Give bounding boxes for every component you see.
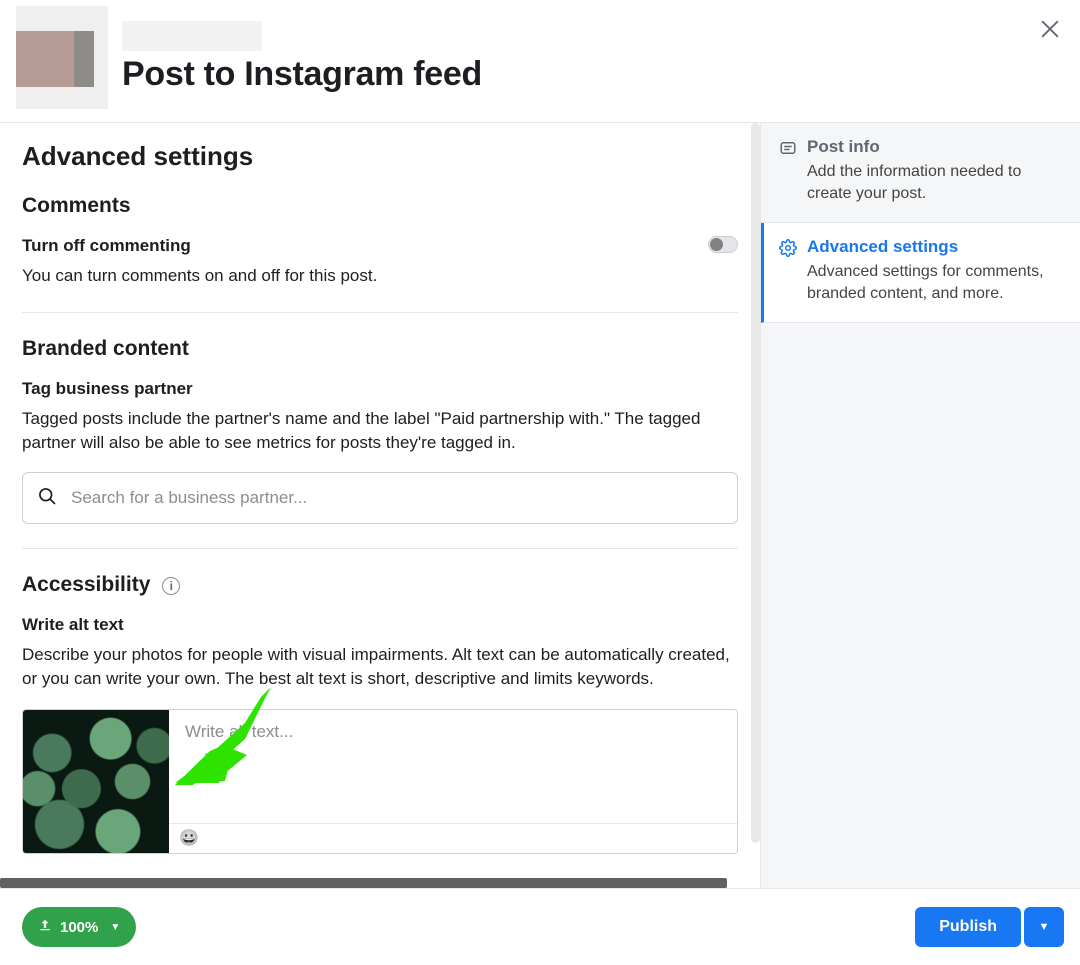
subheading-comments: Comments — [22, 194, 738, 218]
post-image-thumbnail[interactable] — [23, 710, 169, 853]
publish-button[interactable]: Publish — [915, 907, 1021, 947]
sidebar-item-label: Advanced settings — [807, 237, 1062, 257]
section-title-advanced-settings: Advanced settings — [22, 141, 738, 172]
toggle-desc-turn-off-commenting: You can turn comments on and off for thi… — [22, 264, 708, 288]
subheading-branded-content: Branded content — [22, 337, 738, 361]
upload-icon — [38, 918, 52, 936]
sidebar-item-desc: Add the information needed to create you… — [807, 161, 1062, 204]
close-button[interactable] — [1038, 18, 1062, 42]
sidebar-item-advanced-settings[interactable]: Advanced settings Advanced settings for … — [761, 223, 1080, 323]
divider — [22, 548, 738, 549]
label-write-alt-text: Write alt text — [22, 615, 738, 635]
main-panel: Advanced settings Comments Turn off comm… — [0, 123, 760, 888]
horizontal-scrollbar[interactable] — [0, 878, 727, 888]
toggle-label-turn-off-commenting: Turn off commenting — [22, 236, 708, 256]
divider — [22, 312, 738, 313]
alt-text-input[interactable] — [169, 710, 737, 823]
search-icon — [37, 486, 57, 511]
post-info-icon — [779, 139, 797, 157]
chevron-down-icon: ▼ — [110, 922, 120, 933]
sidebar-item-post-info[interactable]: Post info Add the information needed to … — [761, 123, 1080, 223]
upload-status-pill[interactable]: 100% ▼ — [22, 907, 136, 947]
search-business-partner[interactable] — [22, 472, 738, 524]
sidebar-item-label: Post info — [807, 137, 1062, 157]
toggle-turn-off-commenting[interactable] — [708, 236, 738, 253]
publish-options-button[interactable]: ▼ — [1024, 907, 1064, 947]
subheading-accessibility: Accessibility i — [22, 573, 738, 597]
sidebar: Post info Add the information needed to … — [760, 123, 1080, 888]
dialog-title: Post to Instagram feed — [122, 55, 482, 94]
gear-icon — [779, 239, 797, 257]
emoji-picker-icon[interactable]: 😀 — [179, 828, 199, 848]
account-name-redacted — [122, 21, 262, 51]
desc-tag-business-partner: Tagged posts include the partner's name … — [22, 407, 738, 455]
upload-percent: 100% — [60, 919, 98, 936]
vertical-scrollbar[interactable] — [751, 123, 760, 843]
sidebar-item-desc: Advanced settings for comments, branded … — [807, 261, 1062, 304]
label-tag-business-partner: Tag business partner — [22, 379, 738, 399]
account-thumbnail — [16, 6, 108, 109]
desc-write-alt-text: Describe your photos for people with vis… — [22, 643, 738, 691]
info-icon[interactable]: i — [162, 577, 180, 595]
dialog-header: Post to Instagram feed — [0, 0, 1080, 123]
subheading-accessibility-label: Accessibility — [22, 573, 150, 596]
alt-text-composer: 😀 — [22, 709, 738, 854]
footer: 100% ▼ Publish ▼ — [0, 888, 1080, 965]
search-business-partner-input[interactable] — [71, 488, 723, 508]
